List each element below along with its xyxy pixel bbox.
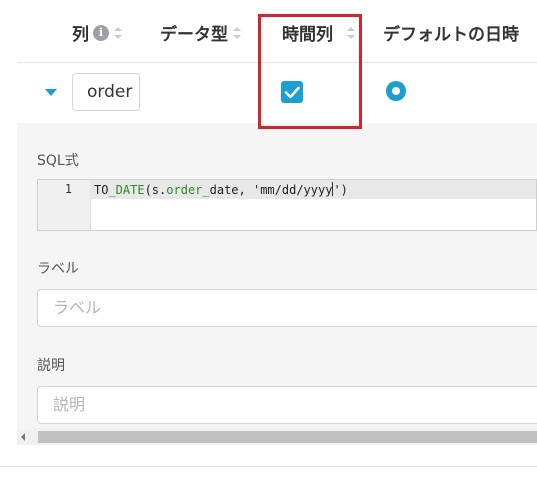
code-token: ') [333,183,348,197]
code-token: date, 'mm/dd/yyyy [209,183,333,197]
scroll-left-arrow-icon[interactable] [21,433,25,441]
column-name-input[interactable]: order [72,73,140,111]
description-field-label: 説明 [37,358,65,374]
default-datetime-radio[interactable] [386,81,406,101]
header-default-datetime[interactable]: デフォルトの日時 [383,25,519,45]
row-divider [0,466,537,467]
line-number: 1 [64,182,72,196]
info-icon[interactable]: i [93,25,109,41]
header-default-datetime-label: デフォルトの日時 [383,25,519,45]
code-token: order_ [166,183,210,197]
code-token: TO [94,183,109,197]
sort-icon[interactable] [114,27,122,39]
scrollbar-thumb[interactable] [38,431,537,443]
header-column-label: 列 [72,25,89,45]
label-field-label: ラベル [37,261,79,277]
header-column[interactable]: 列i [72,25,122,45]
description-input[interactable]: 説明 [37,386,537,424]
column-detail-panel: SQL式 1 TO_DATE(s.order_date, 'mm/dd/yyyy… [17,123,537,445]
code-token: _DATE [108,183,145,197]
label-input[interactable]: ラベル [37,289,537,327]
highlight-box [258,14,362,129]
header-data-type-label: データ型 [160,25,228,45]
sql-code-editor[interactable]: 1 TO_DATE(s.order_date, 'mm/dd/yyyy') [37,179,537,231]
code-line[interactable]: TO_DATE(s.order_date, 'mm/dd/yyyy') [94,182,348,197]
horizontal-scrollbar[interactable] [17,429,537,445]
caret-down-icon[interactable] [45,89,57,96]
sql-expression-label: SQL式 [37,153,79,169]
sort-icon[interactable] [233,27,241,39]
code-token: (s. [144,183,167,197]
header-data-type[interactable]: データ型 [160,25,241,45]
